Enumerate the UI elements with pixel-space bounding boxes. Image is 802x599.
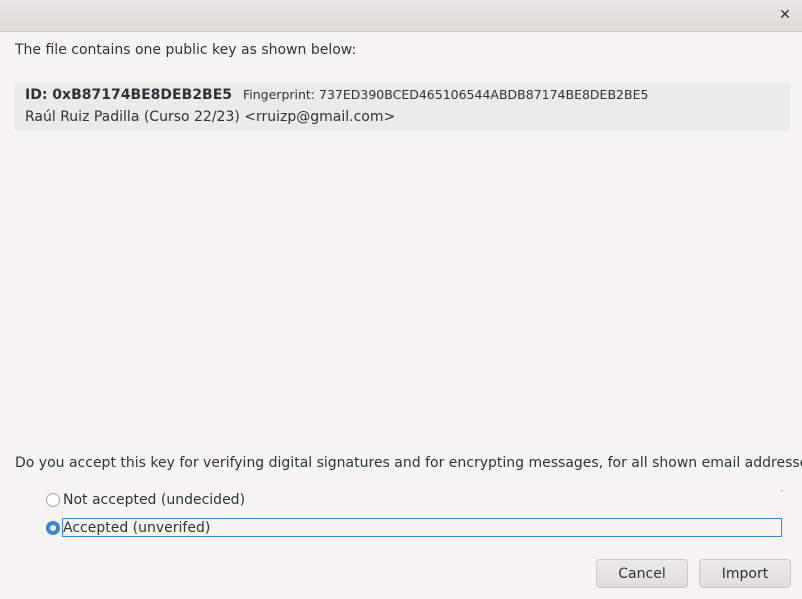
- acceptance-question: Do you accept this key for verifying dig…: [15, 455, 802, 471]
- key-info-panel: ID: 0xB87174BE8DEB2BE5 Fingerprint: 737E…: [14, 82, 790, 131]
- key-fingerprint: Fingerprint: 737ED390BCED465106544ABDB87…: [243, 87, 649, 102]
- option-label: Accepted (unverifed): [63, 520, 211, 536]
- scroll-indicator: [781, 490, 783, 492]
- option-accepted[interactable]: Accepted (unverifed): [46, 519, 210, 537]
- import-button[interactable]: Import: [699, 559, 791, 588]
- key-user-id: Raúl Ruiz Padilla (Curso 22/23) <rruizp@…: [25, 109, 396, 125]
- close-icon: ✕: [779, 7, 791, 23]
- key-id: ID: 0xB87174BE8DEB2BE5: [25, 87, 232, 103]
- radio-accepted[interactable]: [46, 521, 60, 535]
- key-header: ID: 0xB87174BE8DEB2BE5 Fingerprint: 737E…: [25, 87, 648, 103]
- close-button[interactable]: ✕: [774, 4, 796, 26]
- import-key-dialog: ✕ The file contains one public key as sh…: [0, 0, 802, 599]
- cancel-button[interactable]: Cancel: [596, 559, 688, 588]
- radio-not-accepted[interactable]: [46, 493, 60, 507]
- option-label: Not accepted (undecided): [63, 492, 246, 508]
- intro-text: The file contains one public key as show…: [15, 42, 357, 58]
- title-bar: ✕: [0, 0, 802, 32]
- option-not-accepted[interactable]: Not accepted (undecided): [46, 491, 245, 509]
